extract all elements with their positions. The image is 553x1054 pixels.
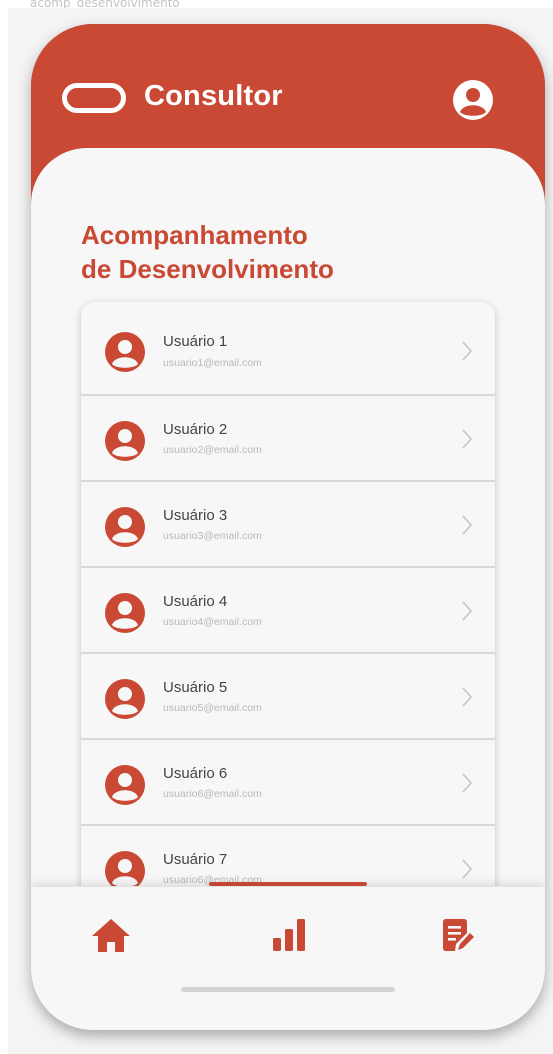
bottom-nav [31, 886, 545, 1030]
page-title-line2: de Desenvolvimento [81, 254, 334, 284]
phone-frame: Consultor Acompanhamento de Desenvolvime… [31, 24, 545, 1030]
user-name: Usuário 2 [163, 421, 228, 438]
user-avatar-icon [105, 851, 145, 891]
user-circle-icon [453, 80, 493, 120]
user-avatar-icon [105, 332, 145, 372]
profile-button[interactable] [453, 80, 493, 120]
chevron-right-icon [462, 515, 473, 535]
chevron-right-icon [462, 773, 473, 793]
chevron-right-icon [462, 687, 473, 707]
user-email: usuario2@email.com [163, 444, 262, 456]
home-icon [92, 919, 130, 952]
chevron-right-icon [462, 341, 473, 361]
user-name: Usuário 1 [163, 333, 228, 350]
user-name: Usuário 3 [163, 507, 228, 524]
user-name: Usuário 6 [163, 765, 228, 782]
page-title: Acompanhamento de Desenvolvimento [81, 218, 461, 286]
nav-notes-button[interactable] [439, 915, 479, 955]
user-name: Usuário 7 [163, 851, 228, 868]
chevron-right-icon [462, 429, 473, 449]
edit-note-icon [443, 919, 474, 951]
user-row-4[interactable]: Usuário 4 usuario4@email.com [81, 568, 495, 654]
nav-home-button[interactable] [91, 915, 131, 955]
user-email: usuario4@email.com [163, 616, 262, 628]
user-avatar-icon [105, 507, 145, 547]
user-email: usuario5@email.com [163, 702, 262, 714]
nav-chart-button[interactable] [269, 915, 309, 955]
user-name: Usuário 5 [163, 679, 228, 696]
user-list: Usuário 1 usuario1@email.com Usuário 2 u… [81, 302, 495, 942]
home-indicator [181, 987, 395, 992]
user-row-5[interactable]: Usuário 5 usuario5@email.com [81, 654, 495, 740]
user-email: usuario3@email.com [163, 530, 262, 542]
user-row-6[interactable]: Usuário 6 usuario6@email.com [81, 740, 495, 826]
chevron-right-icon [462, 859, 473, 879]
user-row-1[interactable]: Usuário 1 usuario1@email.com [81, 302, 495, 396]
user-email: usuario1@email.com [163, 357, 262, 369]
pill-outline-logo-icon [62, 83, 126, 113]
user-row-2[interactable]: Usuário 2 usuario2@email.com [81, 396, 495, 482]
user-email: usuario6@email.com [163, 788, 262, 800]
user-avatar-icon [105, 679, 145, 719]
chevron-right-icon [462, 601, 473, 621]
user-avatar-icon [105, 593, 145, 633]
bar-chart-icon [273, 919, 305, 951]
brand-title: Consultor [144, 80, 283, 112]
page-title-line1: Acompanhamento [81, 220, 308, 250]
user-avatar-icon [105, 765, 145, 805]
user-avatar-icon [105, 421, 145, 461]
user-row-3[interactable]: Usuário 3 usuario3@email.com [81, 482, 495, 568]
user-name: Usuário 4 [163, 593, 228, 610]
